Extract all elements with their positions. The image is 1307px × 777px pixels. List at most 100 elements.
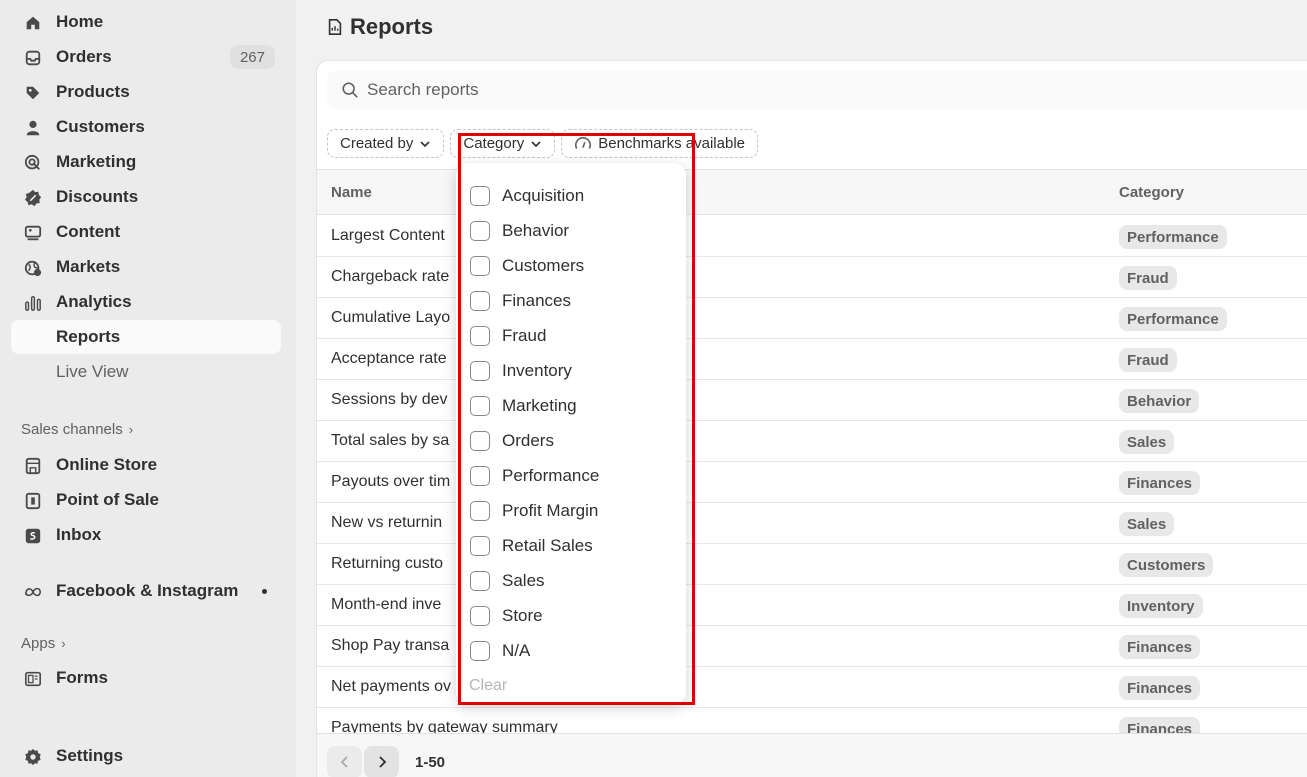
nav-label: Orders: [56, 47, 112, 66]
report-icon: [328, 18, 342, 36]
checkbox[interactable]: [470, 536, 490, 556]
option-label: Performance: [502, 466, 600, 485]
option-label: Profit Margin: [502, 501, 599, 520]
nav-inbox[interactable]: Inbox: [11, 518, 281, 552]
checkbox[interactable]: [470, 466, 490, 486]
category-option[interactable]: Retail Sales: [470, 533, 593, 559]
benchmarks-filter[interactable]: Benchmarks available: [561, 129, 758, 158]
category-option[interactable]: N/A: [470, 638, 530, 664]
category-option[interactable]: Performance: [470, 463, 599, 489]
inbox-icon: [23, 526, 43, 546]
checkbox[interactable]: [470, 501, 490, 521]
nav-marketing[interactable]: Marketing: [11, 145, 281, 179]
globe-icon: [23, 258, 43, 278]
chevron-left-icon: [340, 756, 348, 768]
column-header-name[interactable]: Name: [331, 184, 372, 201]
pagination: 1-50: [327, 746, 445, 777]
nav-forms[interactable]: Forms: [11, 661, 281, 695]
nav-reports[interactable]: Reports: [11, 320, 281, 354]
nav-customers[interactable]: Customers: [11, 110, 281, 144]
category-option[interactable]: Behavior: [470, 218, 569, 244]
category-option[interactable]: Sales: [470, 568, 545, 594]
checkbox[interactable]: [470, 641, 490, 661]
report-name[interactable]: Cumulative Layo: [331, 309, 450, 327]
checkbox[interactable]: [470, 571, 490, 591]
nav-online-store[interactable]: Online Store: [11, 448, 281, 482]
report-name[interactable]: Month-end inve: [331, 596, 441, 614]
category-option[interactable]: Profit Margin: [470, 498, 598, 524]
category-option[interactable]: Customers: [470, 253, 584, 279]
nav-content[interactable]: Content: [11, 215, 281, 249]
checkbox[interactable]: [470, 361, 490, 381]
checkbox[interactable]: [470, 186, 490, 206]
chevron-right-icon: ›: [128, 422, 134, 437]
category-option[interactable]: Finances: [470, 288, 571, 314]
category-badge: Finances: [1119, 676, 1201, 700]
chevron-down-icon: [531, 140, 541, 147]
category-option[interactable]: Orders: [470, 428, 554, 454]
option-label: Behavior: [502, 221, 570, 240]
nav-settings[interactable]: Settings: [11, 739, 281, 773]
column-header-category[interactable]: Category: [1119, 184, 1184, 201]
search-input[interactable]: [367, 71, 1267, 109]
target-icon: [23, 153, 43, 173]
section-title: Sales channels: [21, 421, 123, 438]
category-option[interactable]: Acquisition: [470, 183, 584, 209]
nav-point-of-sale[interactable]: Point of Sale: [11, 483, 281, 517]
category-option[interactable]: Inventory: [470, 358, 572, 384]
nav-facebook-instagram[interactable]: Facebook & Instagram: [11, 574, 281, 608]
next-page-button[interactable]: [364, 746, 399, 777]
report-name[interactable]: Shop Pay transa: [331, 637, 449, 655]
report-name[interactable]: Sessions by dev: [331, 391, 448, 409]
tag-icon: [23, 83, 43, 103]
report-name[interactable]: New vs returnin: [331, 514, 442, 532]
main-content: Reports Created by Category Benchmarks a…: [296, 0, 1307, 777]
search-bar[interactable]: [327, 71, 1307, 109]
checkbox[interactable]: [470, 291, 490, 311]
table-footer: 1-50: [317, 733, 1307, 777]
filter-label: Category: [463, 135, 525, 152]
forms-icon: [23, 669, 43, 689]
checkbox[interactable]: [470, 256, 490, 276]
category-badge: Behavior: [1119, 389, 1200, 413]
apps-header[interactable]: Apps ›: [21, 635, 66, 652]
checkbox[interactable]: [470, 326, 490, 346]
sales-channels-header[interactable]: Sales channels ›: [21, 421, 133, 438]
nav-products[interactable]: Products: [11, 75, 281, 109]
category-badge: Finances: [1119, 471, 1201, 495]
category-option[interactable]: Fraud: [470, 323, 546, 349]
report-name[interactable]: Acceptance rate: [331, 350, 447, 368]
nav-home[interactable]: Home: [11, 5, 281, 39]
nav-live-view[interactable]: Live View: [11, 355, 281, 389]
category-badge: Fraud: [1119, 348, 1177, 372]
report-name[interactable]: Largest Content: [331, 227, 445, 245]
clear-button[interactable]: Clear: [469, 677, 507, 695]
nav-label: Discounts: [56, 187, 139, 206]
report-name[interactable]: Returning custo: [331, 555, 443, 573]
report-name[interactable]: Chargeback rate: [331, 268, 449, 286]
pos-icon: [23, 491, 43, 511]
nav-label: Customers: [56, 117, 145, 136]
gauge-icon: [575, 136, 592, 149]
option-label: Retail Sales: [502, 536, 593, 555]
nav-discounts[interactable]: Discounts: [11, 180, 281, 214]
category-option[interactable]: Store: [470, 603, 543, 629]
checkbox[interactable]: [470, 606, 490, 626]
nav-markets[interactable]: Markets: [11, 250, 281, 284]
nav-orders[interactable]: Orders 267: [11, 40, 281, 74]
category-option[interactable]: Marketing: [470, 393, 577, 419]
nav-label: Reports: [56, 327, 121, 346]
report-name[interactable]: Total sales by sa: [331, 432, 449, 450]
checkbox[interactable]: [470, 221, 490, 241]
report-name[interactable]: Net payments ov: [331, 678, 451, 696]
previous-page-button[interactable]: [327, 746, 362, 777]
created-by-filter[interactable]: Created by: [327, 129, 445, 158]
report-name[interactable]: Payouts over tim: [331, 473, 450, 491]
checkbox[interactable]: [470, 431, 490, 451]
option-label: Fraud: [502, 326, 547, 345]
nav-analytics[interactable]: Analytics: [11, 285, 281, 319]
category-filter[interactable]: Category: [450, 129, 556, 158]
category-dropdown: Acquisition Behavior Customers Finances Frau…: [456, 163, 686, 704]
nav-label: Home: [56, 12, 104, 31]
checkbox[interactable]: [470, 396, 490, 416]
